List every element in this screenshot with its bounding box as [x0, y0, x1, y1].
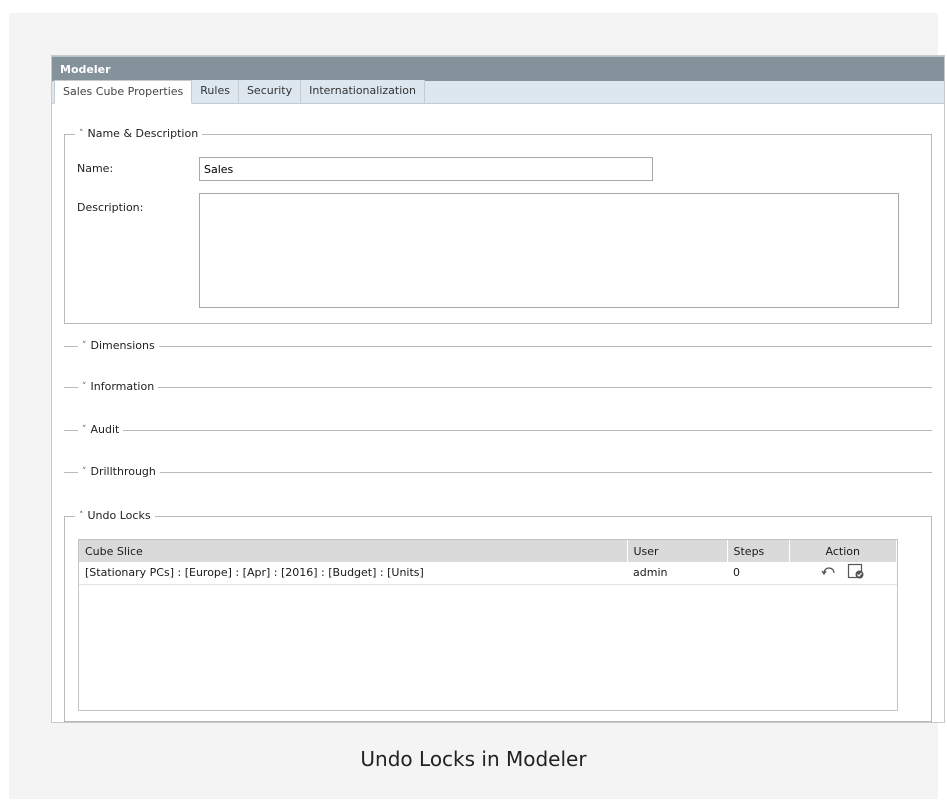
- name-description-legend: Name & Description: [87, 127, 199, 140]
- name-label: Name:: [77, 162, 114, 175]
- user-cell: admin: [627, 562, 727, 585]
- drillthrough-section: ˅ Drillthrough: [64, 465, 932, 479]
- chevron-down-icon: ˅: [82, 467, 87, 477]
- tab-security[interactable]: Security: [238, 80, 302, 103]
- column-cube-slice[interactable]: Cube Slice: [79, 540, 628, 562]
- dimensions-section: ˅ Dimensions: [64, 339, 932, 353]
- cube-slice-cell: [Stationary PCs] : [Europe] : [Apr] : [2…: [79, 562, 627, 585]
- tab-sales-cube-properties[interactable]: Sales Cube Properties: [54, 80, 193, 104]
- description-label: Description:: [77, 201, 144, 214]
- drillthrough-legend: Drillthrough: [90, 465, 156, 478]
- undo-locks-table: Cube Slice User Steps Action [Stationary…: [78, 539, 898, 711]
- chevron-down-icon: ˅: [82, 341, 87, 351]
- window-title: Modeler: [52, 56, 944, 81]
- undo-locks-header[interactable]: ˄ Undo Locks: [75, 509, 155, 523]
- information-header[interactable]: ˅ Information: [78, 380, 159, 394]
- action-cell: [789, 562, 897, 585]
- chevron-up-icon: ˄: [79, 129, 84, 139]
- tab-strip: Sales Cube Properties Rules Security Int…: [52, 80, 944, 104]
- dimensions-header[interactable]: ˅ Dimensions: [78, 339, 159, 353]
- name-input[interactable]: [199, 157, 653, 181]
- description-textarea[interactable]: [199, 193, 899, 308]
- tab-internationalization[interactable]: Internationalization: [301, 80, 425, 103]
- commit-icon[interactable]: [847, 563, 865, 582]
- information-legend: Information: [90, 380, 155, 393]
- steps-cell: 0: [727, 562, 789, 585]
- undo-locks-legend: Undo Locks: [87, 509, 151, 522]
- chevron-down-icon: ˅: [82, 382, 87, 392]
- undo-icon[interactable]: [821, 564, 837, 581]
- column-user[interactable]: User: [627, 540, 728, 562]
- figure-caption: Undo Locks in Modeler: [360, 747, 587, 771]
- name-description-header[interactable]: ˄ Name & Description: [75, 127, 203, 141]
- column-steps[interactable]: Steps: [727, 540, 790, 562]
- chevron-up-icon: ˄: [79, 511, 84, 521]
- audit-header[interactable]: ˅ Audit: [78, 423, 124, 437]
- audit-legend: Audit: [90, 423, 120, 436]
- chevron-down-icon: ˅: [82, 425, 87, 435]
- table-header-row: Cube Slice User Steps Action: [79, 540, 897, 562]
- audit-section: ˅ Audit: [64, 423, 932, 437]
- modeler-window: Modeler Sales Cube Properties Rules Secu…: [51, 55, 945, 723]
- tab-rules[interactable]: Rules: [192, 80, 239, 103]
- undo-locks-group: ˄ Undo Locks Cube Slice User Steps Actio…: [64, 509, 932, 722]
- dimensions-legend: Dimensions: [90, 339, 155, 352]
- name-description-group: ˄ Name & Description Name: Description:: [64, 127, 932, 324]
- drillthrough-header[interactable]: ˅ Drillthrough: [78, 465, 160, 479]
- column-action[interactable]: Action: [789, 540, 897, 562]
- information-section: ˅ Information: [64, 380, 932, 394]
- table-row[interactable]: [Stationary PCs] : [Europe] : [Apr] : [2…: [79, 562, 897, 585]
